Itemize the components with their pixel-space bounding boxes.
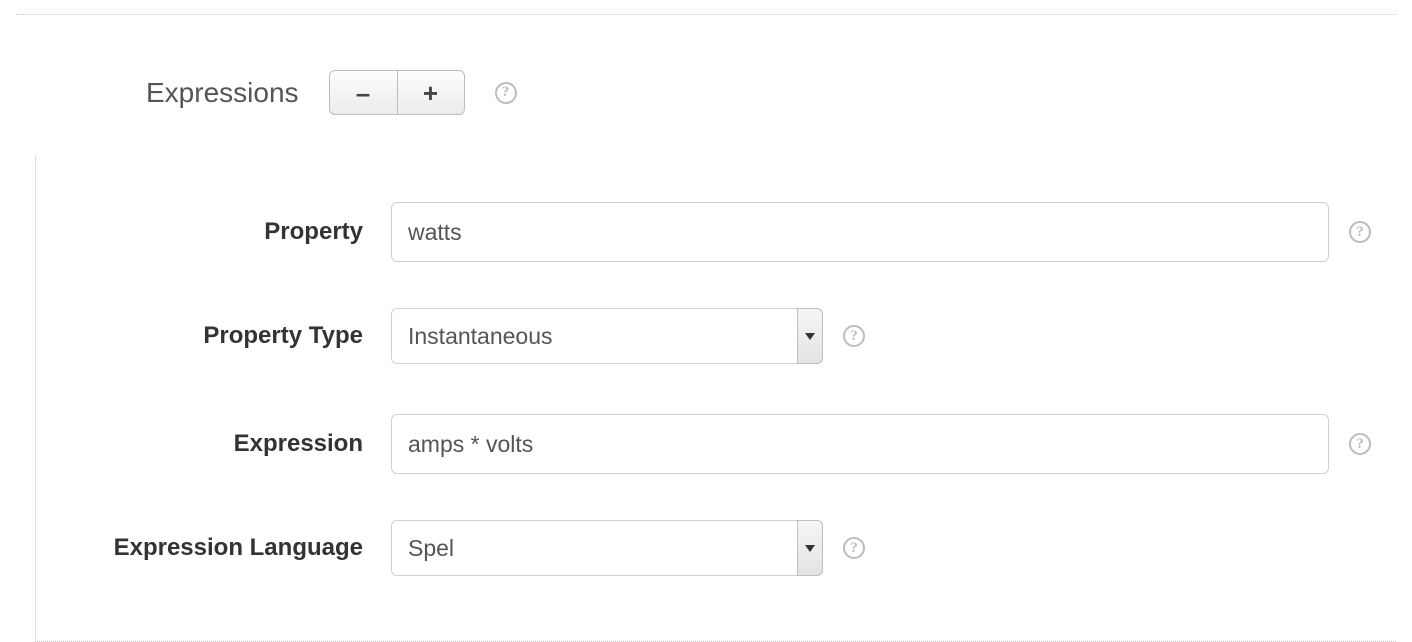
label-expression-language: Expression Language [36,534,391,562]
input-expression[interactable] [391,414,1329,474]
expression-panel: Property ? Property Type Instantaneous ? [35,156,1396,642]
label-property-type: Property Type [36,322,391,350]
section-title: Expressions [146,77,299,109]
top-divider [16,14,1396,15]
row-property: Property ? [36,202,1396,262]
select-property-type[interactable]: Instantaneous [391,308,823,364]
input-property[interactable] [391,202,1329,262]
select-expression-language[interactable]: Spel [391,520,823,576]
row-property-type: Property Type Instantaneous ? [36,308,1396,364]
help-icon[interactable]: ? [843,537,865,559]
add-expression-button[interactable]: + [397,70,465,115]
help-icon[interactable]: ? [495,82,517,104]
select-property-type-wrap: Instantaneous [391,308,823,364]
help-icon[interactable]: ? [843,325,865,347]
help-icon[interactable]: ? [1349,433,1371,455]
form-canvas: Expressions – + ? Property ? Property Ty… [0,0,1412,642]
select-expression-language-wrap: Spel [391,520,823,576]
label-expression: Expression [36,430,391,458]
section-header: Expressions – + ? [146,70,517,115]
add-remove-button-group: – + [329,70,465,115]
row-expression: Expression ? [36,414,1396,474]
row-expression-language: Expression Language Spel ? [36,520,1396,576]
label-property: Property [36,218,391,246]
remove-expression-button[interactable]: – [329,70,397,115]
help-icon[interactable]: ? [1349,221,1371,243]
